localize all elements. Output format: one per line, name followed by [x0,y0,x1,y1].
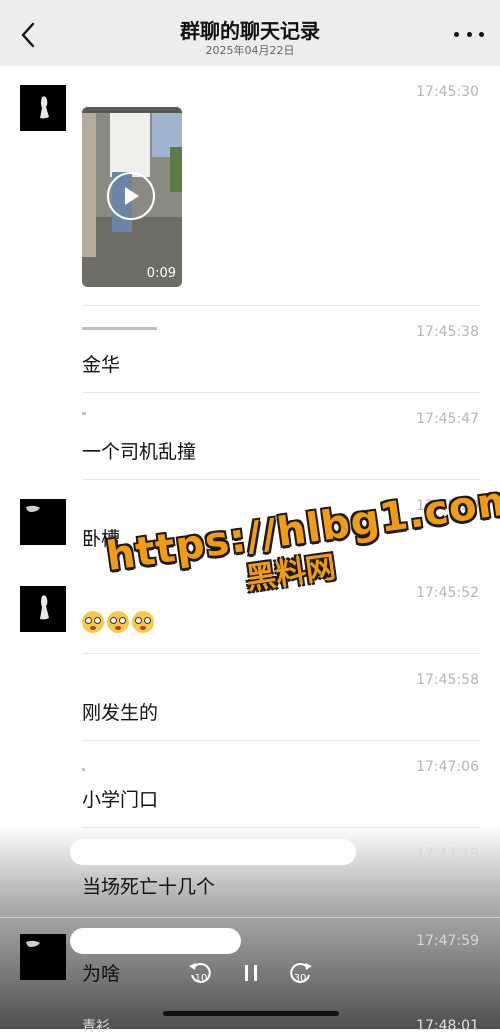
divider [82,740,480,741]
divider [82,305,480,306]
video-thumbnail[interactable]: 0:09 [82,107,182,287]
rewind-10-icon: 10 [189,962,211,984]
player-controls: 10 30 [0,958,500,992]
watermark: https://hlbg1.com 黑料网 [103,477,500,653]
redacted-sender-name [70,928,241,954]
forward-button[interactable]: 30 [285,958,315,988]
video-duration: 0:09 [146,266,176,281]
rewind-label: 10 [195,973,208,984]
message-text: 一个司机乱撞 [82,441,197,463]
divider [82,392,480,393]
divider [82,653,480,654]
home-indicator[interactable] [163,1011,339,1016]
rewind-button[interactable]: 10 [186,958,216,988]
forward-label: 30 [294,973,307,984]
message-time: 17:45:38 [416,324,479,340]
page-title: 群聊的聊天记录 [180,19,320,43]
play-icon [125,187,139,205]
divider [82,479,480,480]
message-text: 小学门口 [82,789,159,811]
message-time: 17:45:30 [416,84,479,100]
pause-icon [245,965,257,981]
avatar[interactable] [20,499,66,545]
message-time: 17:45:47 [416,411,479,427]
nav-header: 群聊的聊天记录 2025年04月22日 [0,0,500,66]
pause-button[interactable] [236,958,266,988]
forward-30-icon: 30 [290,962,312,984]
divider [82,827,480,828]
divider [0,917,500,918]
message-time: 17:45:58 [416,672,479,688]
message-text: 当场死亡十几个 [82,876,216,898]
message-time: 17:47:06 [416,759,479,775]
more-button[interactable] [454,26,484,42]
sender-name-fragment [82,327,157,330]
sender-name: 青衫 [82,1019,110,1035]
flushed-face-emoji [82,610,104,633]
message-time: 17:47:19 [416,846,479,862]
message-time: 17:48:01 [416,1018,479,1034]
avatar[interactable] [20,586,66,632]
avatar[interactable] [20,85,66,131]
sender-name-fragment [82,412,86,415]
message-text: 金华 [82,354,121,376]
play-button[interactable] [107,172,155,220]
redacted-sender-name [70,839,356,865]
message-time: 17:47:59 [416,933,479,949]
page-date: 2025年04月22日 [205,44,295,57]
message-text: 刚发生的 [82,702,159,724]
more-dots-icon [454,31,459,37]
sender-name-fragment [82,768,85,771]
